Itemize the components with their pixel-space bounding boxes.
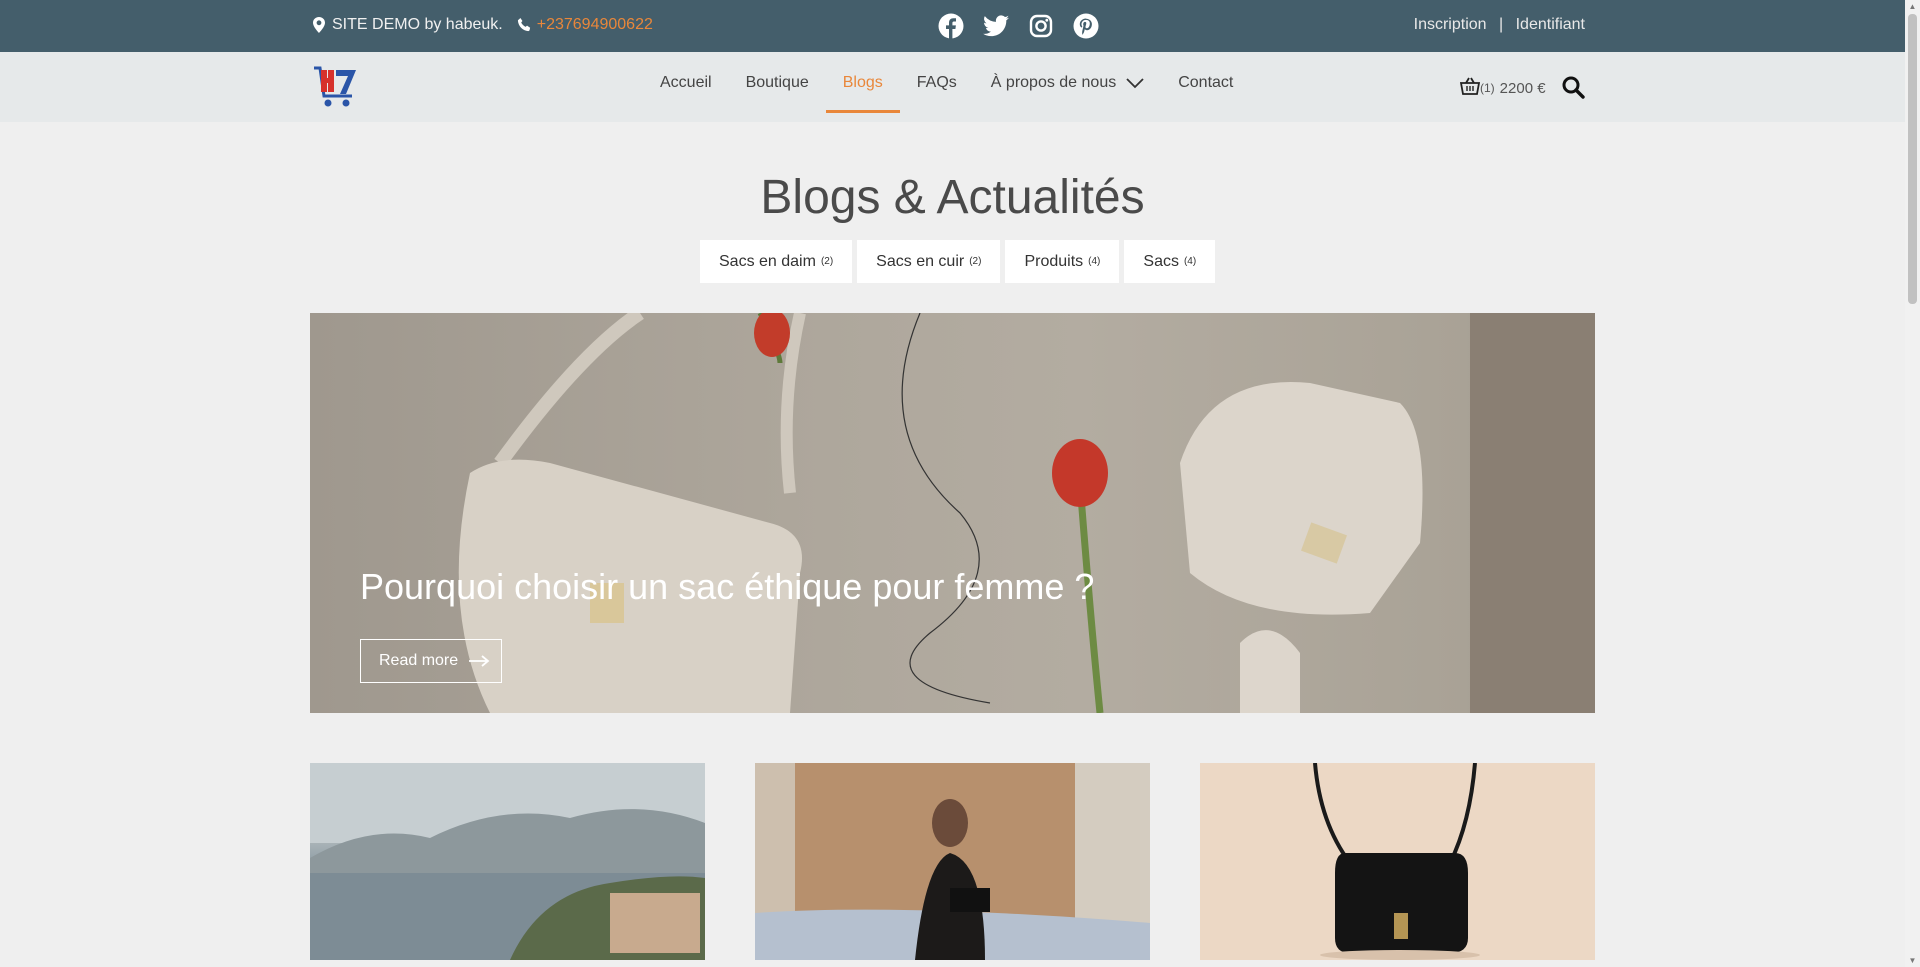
separator: |	[1499, 16, 1504, 33]
pinterest-icon[interactable]	[1072, 12, 1099, 39]
nav-item-contact[interactable]: Contact	[1161, 52, 1250, 122]
cart-summary[interactable]: (1) 2200 €	[1459, 77, 1546, 99]
cart-count: (1)	[1480, 81, 1495, 95]
scroll-down-arrow-icon[interactable]: ▼	[1908, 956, 1917, 965]
register-link[interactable]: Inscription	[1414, 16, 1487, 33]
category-label: Sacs	[1143, 252, 1179, 270]
category-sacs[interactable]: Sacs (4)	[1124, 240, 1216, 283]
chevron-down-icon[interactable]	[1126, 76, 1144, 94]
site-logo[interactable]	[312, 64, 360, 110]
primary-nav: Accueil Boutique Blogs FAQs À propos de …	[643, 52, 1250, 122]
scroll-up-arrow-icon[interactable]: ▲	[1908, 2, 1917, 11]
phone-link[interactable]: +237694900622	[537, 16, 653, 34]
search-icon[interactable]	[1561, 75, 1585, 104]
main-navbar: Accueil Boutique Blogs FAQs À propos de …	[0, 52, 1905, 122]
category-count: (4)	[1088, 256, 1101, 267]
category-label: Sacs en daim	[719, 252, 816, 270]
location-pin-icon	[312, 17, 328, 33]
social-links	[937, 12, 1099, 39]
coastal-landscape-image	[310, 763, 705, 960]
cart-total: 2200 €	[1499, 79, 1546, 97]
category-produits[interactable]: Produits (4)	[1005, 240, 1120, 283]
top-bar: SITE DEMO by habeuk. +237694900622 Inscr…	[0, 0, 1905, 52]
scrollbar-thumb[interactable]	[1908, 14, 1917, 304]
basket-icon	[1459, 77, 1481, 99]
contact-info: SITE DEMO by habeuk. +237694900622	[312, 16, 653, 34]
featured-post[interactable]: Pourquoi choisir un sac éthique pour fem…	[310, 313, 1595, 713]
nav-label: Accueil	[660, 74, 712, 91]
nav-label: Boutique	[745, 74, 809, 91]
category-label: Sacs en cuir	[876, 252, 965, 270]
category-sacs-en-cuir[interactable]: Sacs en cuir (2)	[857, 240, 1001, 283]
black-bag-image	[1200, 763, 1595, 960]
account-links: Inscription | Identifiant	[1414, 16, 1585, 34]
featured-post-image	[458, 313, 1595, 713]
woman-with-bag-image	[755, 763, 1150, 960]
featured-post-title[interactable]: Pourquoi choisir un sac éthique pour fem…	[360, 566, 1094, 608]
site-label: SITE DEMO by habeuk.	[332, 16, 503, 33]
category-count: (2)	[969, 256, 982, 267]
nav-item-blogs[interactable]: Blogs	[825, 52, 900, 122]
category-count: (4)	[1183, 256, 1197, 267]
blog-card-image[interactable]	[310, 763, 705, 960]
category-sacs-en-daim[interactable]: Sacs en daim (2)	[700, 240, 853, 283]
twitter-icon[interactable]	[982, 12, 1009, 39]
nav-label: À propos de nous	[990, 74, 1117, 91]
nav-label: Blogs	[842, 74, 883, 91]
facebook-icon[interactable]	[937, 12, 964, 39]
nav-item-accueil[interactable]: Accueil	[643, 52, 729, 122]
page-title: Blogs & Actualités	[760, 171, 1145, 224]
phone-icon	[517, 17, 533, 33]
nav-label: FAQs	[916, 74, 957, 91]
arrow-right-icon	[469, 655, 490, 667]
read-more-label: Read more	[379, 652, 459, 669]
instagram-icon[interactable]	[1027, 12, 1054, 39]
read-more-button[interactable]: Read more	[360, 639, 502, 683]
blog-card-image[interactable]	[755, 763, 1150, 960]
nav-label: Contact	[1178, 74, 1234, 91]
category-count: (2)	[820, 256, 834, 267]
category-label: Produits	[1024, 252, 1084, 270]
category-filters: Sacs en daim (2) Sacs en cuir (2) Produi…	[700, 240, 1216, 283]
blog-card-image[interactable]	[1200, 763, 1595, 960]
nav-item-about[interactable]: À propos de nous	[974, 52, 1161, 122]
nav-item-faqs[interactable]: FAQs	[900, 52, 974, 122]
login-link[interactable]: Identifiant	[1516, 16, 1585, 33]
nav-item-boutique[interactable]: Boutique	[729, 52, 826, 122]
